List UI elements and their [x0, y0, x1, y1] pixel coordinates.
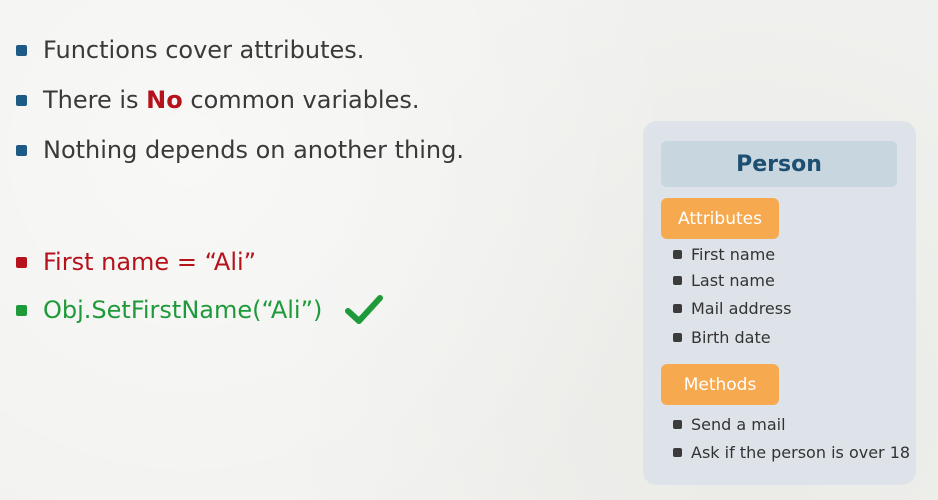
bullet-text: Functions cover attributes.: [43, 36, 365, 64]
bullet-marker: [16, 304, 27, 316]
bad-example-row: First name = “Ali”: [16, 248, 256, 276]
good-example-text: Obj.SetFirstName(“Ali”): [43, 296, 323, 324]
bullet-marker: [16, 94, 27, 106]
method-text: Send a mail: [691, 415, 786, 434]
bullet-marker: [16, 144, 27, 156]
bullet-emphasis: No: [146, 86, 183, 114]
bullet-point-3: Nothing depends on another thing.: [16, 136, 464, 164]
methods-label: Methods: [661, 364, 779, 405]
bullet-text: Nothing depends on another thing.: [43, 136, 464, 164]
bullet-marker: [16, 256, 27, 268]
bullet-text-before: There is: [43, 86, 147, 114]
bullet-marker: [673, 304, 682, 313]
attribute-item: Last name: [673, 271, 775, 290]
bad-example-text: First name = “Ali”: [43, 248, 257, 276]
bullet-text-after: common variables.: [182, 86, 420, 114]
bullet-text: There is No common variables.: [43, 86, 420, 114]
attribute-item: Birth date: [673, 328, 771, 347]
attributes-label: Attributes: [661, 198, 779, 239]
bullet-marker: [673, 276, 682, 285]
attribute-item: First name: [673, 245, 775, 264]
attribute-item: Mail address: [673, 299, 791, 318]
attribute-text: Mail address: [691, 299, 792, 318]
bullet-marker: [673, 448, 682, 457]
method-text: Ask if the person is over 18: [691, 443, 911, 462]
method-item: Send a mail: [673, 415, 786, 434]
attribute-text: Birth date: [691, 328, 771, 347]
bullet-marker: [16, 44, 27, 56]
bullet-marker: [673, 420, 682, 429]
check-icon: [345, 295, 384, 324]
person-class-card: Person Attributes First name Last name M…: [643, 121, 916, 485]
bullet-point-1: Functions cover attributes.: [16, 36, 364, 64]
bullet-point-2: There is No common variables.: [16, 86, 420, 114]
card-title: Person: [661, 141, 897, 187]
attribute-text: First name: [691, 245, 776, 264]
good-example-row: Obj.SetFirstName(“Ali”): [16, 294, 384, 326]
method-item: Ask if the person is over 18: [673, 443, 910, 462]
bullet-marker: [673, 333, 682, 342]
attribute-text: Last name: [691, 271, 775, 290]
bullet-marker: [673, 250, 682, 259]
